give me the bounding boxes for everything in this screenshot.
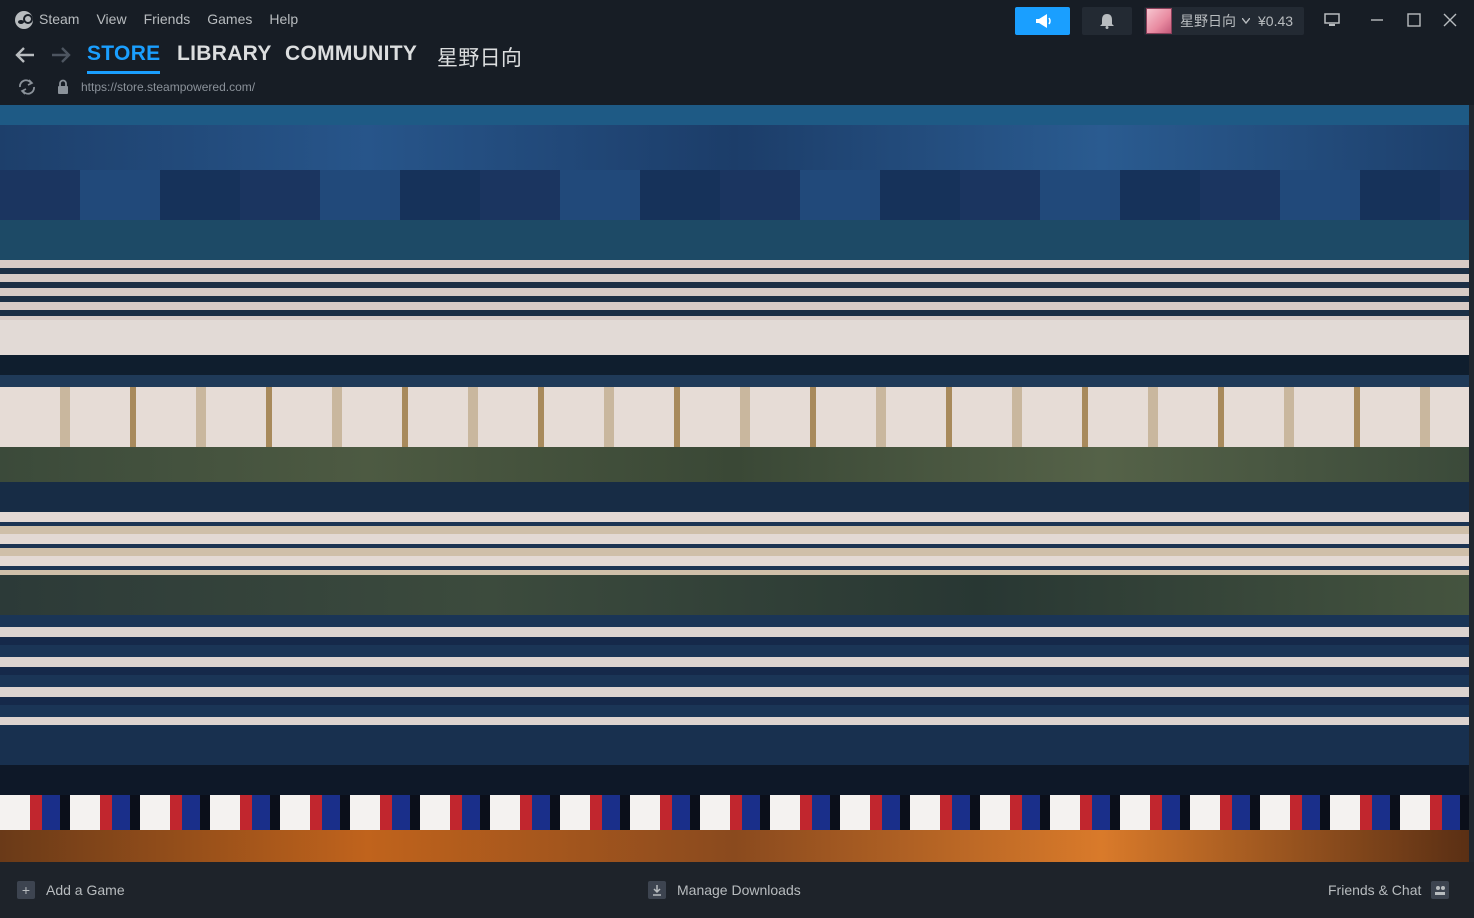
forward-button[interactable] (51, 44, 71, 70)
url-bar: https://store.steampowered.com/ (0, 74, 1474, 102)
store-content-area[interactable] (0, 105, 1469, 862)
url-text[interactable]: https://store.steampowered.com/ (81, 80, 255, 94)
close-icon (1443, 13, 1457, 27)
bell-icon (1100, 14, 1114, 29)
maximize-icon (1407, 13, 1421, 27)
plus-icon: + (17, 881, 35, 899)
close-button[interactable] (1438, 8, 1462, 32)
glitch-band (0, 125, 1469, 170)
friends-icon (1431, 881, 1450, 899)
minimize-button[interactable] (1365, 8, 1389, 32)
tab-store[interactable]: STORE (87, 42, 161, 74)
glitch-band (0, 482, 1469, 512)
wallet-balance: ¥0.43 (1258, 13, 1294, 29)
reload-button[interactable] (17, 79, 37, 100)
manage-downloads-button[interactable]: Manage Downloads (648, 881, 801, 899)
glitch-band (0, 512, 1469, 575)
menu-friends[interactable]: Friends (144, 11, 191, 27)
glitch-band (0, 170, 1469, 220)
minimize-icon (1371, 19, 1383, 21)
glitch-band (0, 575, 1469, 615)
title-bar: Steam View Friends Games Help 星野日向 ¥0.43 (0, 0, 1474, 40)
refresh-icon (19, 79, 35, 95)
glitch-band (0, 320, 1469, 355)
glitch-band (0, 795, 1469, 830)
tab-community[interactable]: COMMUNITY (285, 42, 417, 66)
friends-chat-button[interactable]: Friends & Chat (1328, 881, 1450, 899)
glitch-band (0, 830, 1469, 862)
back-button[interactable] (15, 44, 35, 70)
menu-steam[interactable]: Steam (39, 11, 79, 27)
monitor-icon (1324, 13, 1340, 26)
lock-icon (57, 79, 69, 100)
maximize-button[interactable] (1402, 8, 1426, 32)
avatar (1146, 8, 1172, 34)
glitch-band (0, 355, 1469, 375)
menu-games[interactable]: Games (207, 11, 252, 27)
menu-view[interactable]: View (96, 11, 126, 27)
add-game-label: Add a Game (46, 882, 125, 898)
glitch-band (0, 725, 1469, 765)
add-game-button[interactable]: + Add a Game (17, 881, 125, 899)
nav-bar: STORE LIBRARY COMMUNITY 星野日向 (0, 40, 1474, 74)
manage-downloads-label: Manage Downloads (677, 882, 801, 898)
announcements-button[interactable] (1015, 7, 1070, 35)
glitch-band (0, 260, 1469, 320)
friends-chat-label: Friends & Chat (1328, 882, 1422, 898)
arrow-left-icon (15, 47, 34, 63)
arrow-right-icon (52, 47, 71, 63)
glitch-band (0, 765, 1469, 795)
glitch-band (0, 615, 1469, 725)
chevron-down-icon (1242, 18, 1250, 24)
content-scrollbar[interactable] (1469, 105, 1474, 862)
menu-bar: Steam View Friends Games Help (39, 11, 315, 27)
megaphone-icon (1035, 14, 1051, 28)
glitch-band (0, 387, 1469, 447)
glitch-band (0, 220, 1469, 260)
bottom-bar: + Add a Game Manage Downloads Friends & … (0, 862, 1474, 918)
tab-profile[interactable]: 星野日向 (437, 42, 522, 72)
glitch-band (0, 447, 1469, 482)
tab-library[interactable]: LIBRARY (177, 42, 272, 66)
big-picture-button[interactable] (1320, 8, 1344, 32)
glitch-band (0, 105, 1469, 125)
notifications-button[interactable] (1082, 7, 1132, 35)
steam-logo-icon[interactable] (15, 11, 33, 29)
menu-help[interactable]: Help (269, 11, 298, 27)
account-name: 星野日向 (1180, 13, 1236, 29)
download-icon (648, 881, 666, 899)
account-menu[interactable]: 星野日向 ¥0.43 (1144, 7, 1304, 35)
